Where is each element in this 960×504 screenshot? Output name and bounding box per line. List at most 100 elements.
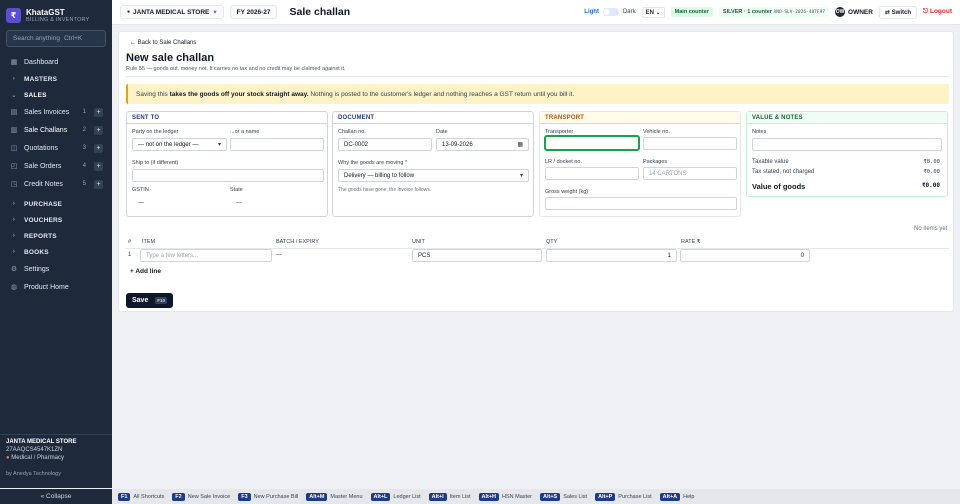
sidebar-group-books[interactable]: › BOOKS xyxy=(0,244,112,260)
sidebar-item-dashboard[interactable]: ▦ Dashboard xyxy=(0,53,112,71)
sidebar-item-quotations[interactable]: ◫ Quotations 3 + xyxy=(0,139,112,157)
logout-button[interactable]: ⎋ Logout xyxy=(923,8,952,16)
transporter-input[interactable] xyxy=(544,135,640,151)
toggle-switch-icon[interactable] xyxy=(602,8,619,16)
company-name: JANTA MEDICAL STORE xyxy=(6,439,77,445)
panel-document: DOCUMENT Challan no. DC-0002 Date 13-09-… xyxy=(332,111,534,217)
shortcut-key[interactable]: Alt+I xyxy=(428,492,447,501)
reason-select[interactable]: Delivery — billing to follow ▾ xyxy=(338,169,529,182)
sidebar-item-product-home[interactable]: ◍ Product Home xyxy=(0,278,112,296)
shortcut-label: New Purchase Bill xyxy=(253,493,299,500)
packages-input[interactable]: 14 CARTONS xyxy=(643,167,737,180)
shortcut-key[interactable]: Alt+H xyxy=(478,492,500,501)
sidebar-group-masters[interactable]: › MASTERS xyxy=(0,71,112,87)
lr-input[interactable] xyxy=(545,167,639,180)
date-input[interactable]: 13-09-2026 ▦ xyxy=(436,138,529,151)
sidebar-item-label: Dashboard xyxy=(24,58,59,66)
notes-input[interactable] xyxy=(752,138,942,151)
shortcut-number: 5 xyxy=(82,181,86,187)
sidebar-item-settings[interactable]: ⚙ Settings xyxy=(0,260,112,278)
gstin-label: GSTIN xyxy=(132,187,149,193)
party-select[interactable]: — not on the ledger — ▾ xyxy=(132,138,227,151)
total-amount: ₹0.00 xyxy=(921,182,940,189)
notes-label: Notes xyxy=(752,129,767,135)
add-quotation-button[interactable]: + xyxy=(94,143,103,153)
shortcut-key[interactable]: F3 xyxy=(238,492,251,501)
brand-name: KhataGST xyxy=(26,7,65,17)
sidebar-item-label: Sale Challans xyxy=(24,126,68,134)
panel-header: VALUE & NOTES xyxy=(747,112,947,124)
back-link[interactable]: ← Back to Sale Challans xyxy=(130,40,196,46)
ship-to-label: Ship to (if different) xyxy=(132,160,179,166)
item-search-input[interactable]: Type a few letters... xyxy=(140,249,272,262)
shortcut-key[interactable]: Alt+A xyxy=(659,492,681,501)
collapse-sidebar-button[interactable]: « Collapse xyxy=(0,489,112,504)
save-button[interactable]: Save F10 xyxy=(126,293,173,308)
add-sales-invoice-button[interactable]: + xyxy=(94,107,103,117)
weight-input[interactable] xyxy=(545,197,737,210)
notice-text: Saving this xyxy=(136,90,170,98)
shortcut-key[interactable]: Alt+P xyxy=(595,492,616,501)
document-icon: ▤ xyxy=(10,109,18,116)
shortcut-label: New Sale Invoice xyxy=(187,493,231,500)
panel-header: DOCUMENT xyxy=(333,112,533,124)
batch-value: — xyxy=(276,252,282,258)
shortcut-key[interactable]: F1 xyxy=(118,492,131,501)
fy-selector[interactable]: FY 2026-27 xyxy=(229,5,278,19)
party-select-value: — not on the ledger — xyxy=(138,141,199,148)
qty-input[interactable]: 1 xyxy=(546,249,677,262)
unit-input[interactable]: PCS xyxy=(412,249,542,262)
sidebar-item-credit-notes[interactable]: ◳ Credit Notes 5 + xyxy=(0,175,112,193)
packages-label: Packages xyxy=(643,159,668,165)
add-sale-order-button[interactable]: + xyxy=(94,161,103,171)
shortcut-key[interactable]: Alt+S xyxy=(539,492,561,501)
calendar-icon[interactable]: ▦ xyxy=(517,141,523,148)
sidebar-item-label: Quotations xyxy=(24,144,58,152)
app: ₹ KhataGST BILLING & INVENTORY Search an… xyxy=(0,0,960,504)
brand[interactable]: ₹ KhataGST BILLING & INVENTORY xyxy=(0,0,112,30)
chevron-down-icon: ▾ xyxy=(519,173,523,179)
brand-sub: BILLING & INVENTORY xyxy=(26,16,90,23)
shortcut-key[interactable]: Alt+M xyxy=(306,492,328,501)
add-line-button[interactable]: + Add line xyxy=(130,268,161,275)
sidebar-group-purchase[interactable]: › PURCHASE xyxy=(0,196,112,212)
sidebar-item-sale-orders[interactable]: ◰ Sale Orders 4 + xyxy=(0,157,112,175)
switch-icon: ⇄ xyxy=(884,9,890,16)
language-selector[interactable]: EN ⌄ xyxy=(641,6,665,18)
sidebar-group-sales[interactable]: ⌄ SALES xyxy=(0,87,112,103)
globe-icon: ◍ xyxy=(10,284,18,291)
shortcut-key[interactable]: Alt+L xyxy=(370,492,391,501)
name-input[interactable] xyxy=(230,138,324,151)
user-menu[interactable]: OW OWNER xyxy=(835,7,873,17)
sidebar-group-reports[interactable]: › REPORTS xyxy=(0,228,112,244)
rate-input[interactable]: 0 xyxy=(680,249,810,262)
add-sale-challan-button[interactable]: + xyxy=(94,125,103,135)
challan-no-input[interactable]: DC-0002 xyxy=(338,138,432,151)
plan-code: ANO-SLV-2026-487F97 xyxy=(773,10,826,15)
sidebar-item-label: Sale Orders xyxy=(24,162,62,170)
theme-toggle[interactable]: Light Dark xyxy=(584,8,636,16)
search-input[interactable]: Search anything Ctrl+K xyxy=(6,30,106,47)
company-switcher[interactable]: ● JANTA MEDICAL STORE ▾ xyxy=(120,5,224,19)
sidebar-item-sale-challans[interactable]: ▥ Sale Challans 2 + xyxy=(0,121,112,139)
plan-label: SILVER · 1 counter xyxy=(722,9,773,15)
reason-hint: The goods have gone; the invoice follows… xyxy=(338,187,432,193)
sidebar-group-vouchers[interactable]: › VOUCHERS xyxy=(0,212,112,228)
shortcut-label: Help xyxy=(683,493,695,500)
shortcut-key[interactable]: F2 xyxy=(172,492,185,501)
panel-sent-to: SENT TO Party on the ledger — not on the… xyxy=(126,111,328,217)
ship-to-input[interactable] xyxy=(132,169,324,182)
add-credit-note-button[interactable]: + xyxy=(94,179,103,189)
vehicle-input[interactable] xyxy=(643,137,737,150)
sidebar-item-label: Settings xyxy=(24,265,50,273)
shortcut-number: 3 xyxy=(82,145,86,151)
chevron-down-icon: ⌄ xyxy=(655,9,661,16)
grid-icon: ▦ xyxy=(10,59,18,66)
theme-dark-label: Dark xyxy=(622,9,636,15)
col-unit: UNIT xyxy=(412,239,425,245)
switch-button[interactable]: ⇄ Switch xyxy=(878,5,917,19)
note-icon: ◳ xyxy=(10,181,18,188)
sidebar-group-label: REPORTS xyxy=(24,232,57,240)
sidebar-item-sales-invoices[interactable]: ▤ Sales Invoices 1 + xyxy=(0,103,112,121)
shortcut-label: All Shortcuts xyxy=(133,493,165,500)
